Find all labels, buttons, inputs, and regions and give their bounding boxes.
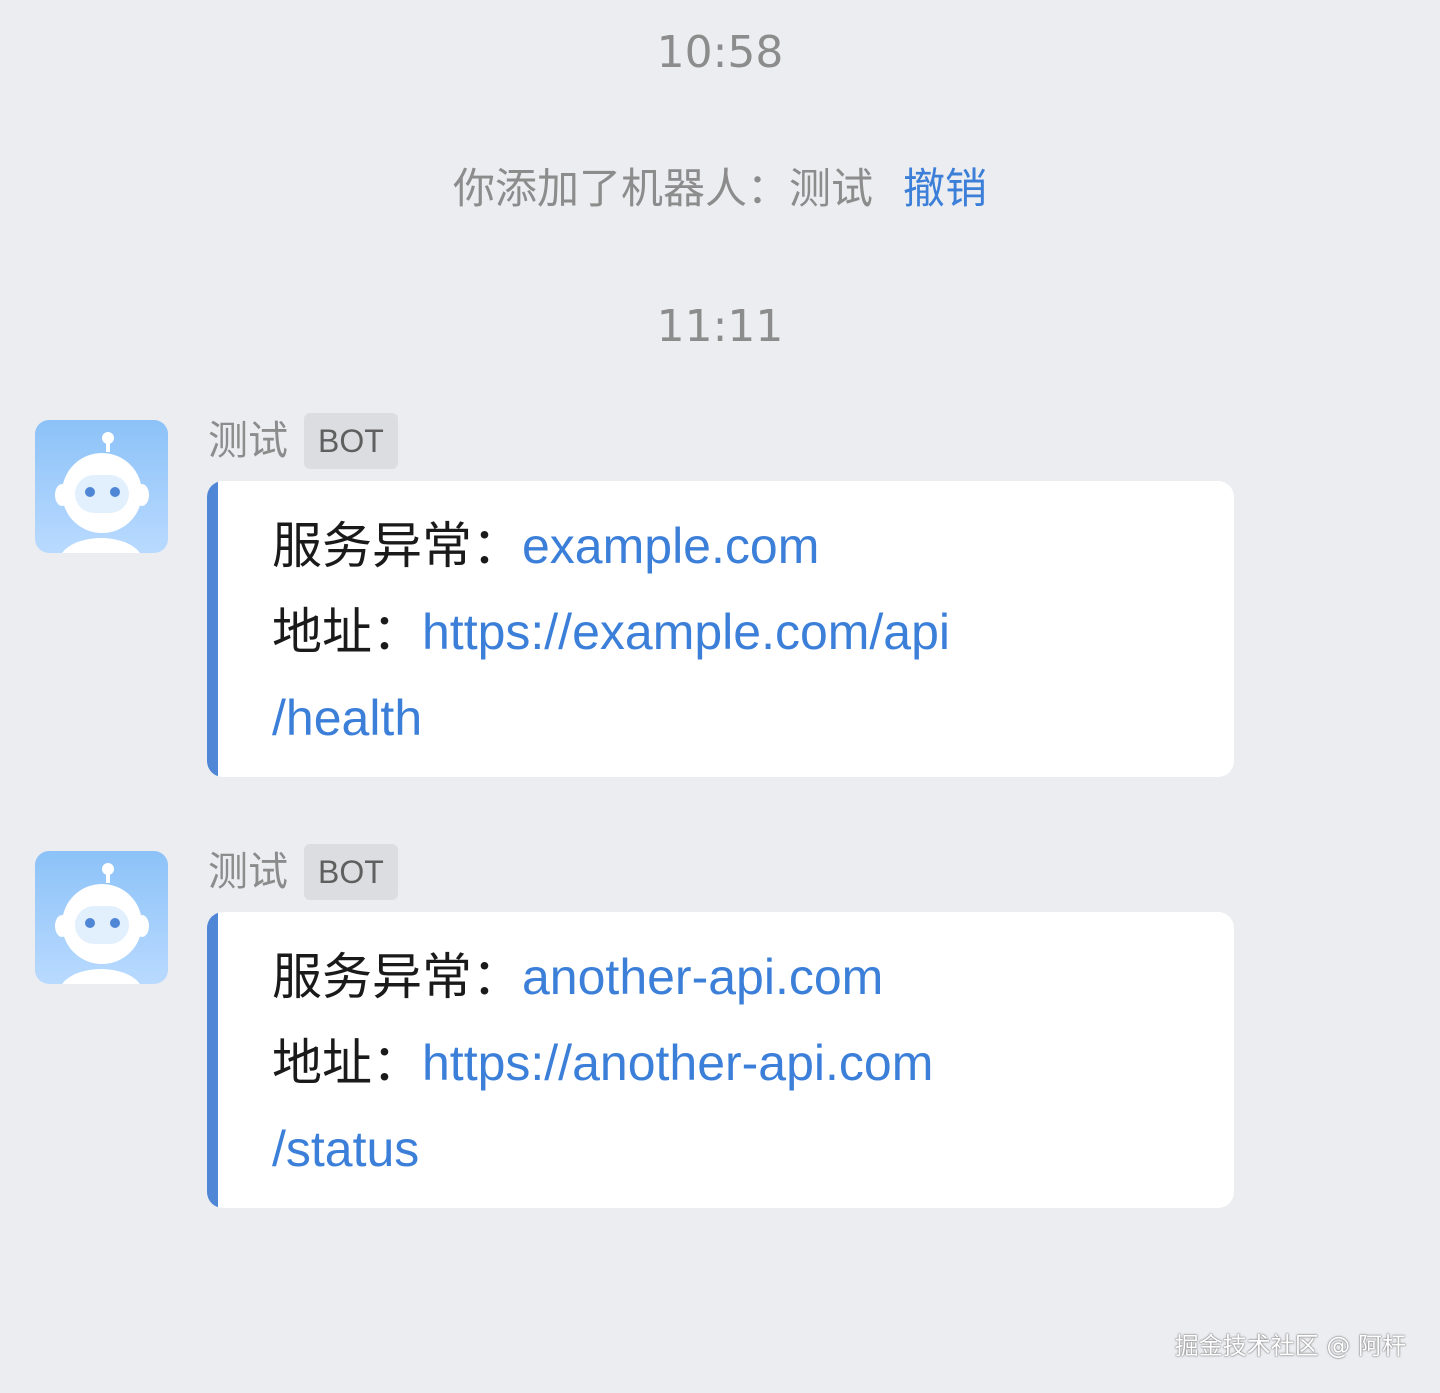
card-accent-bar <box>207 481 218 777</box>
card-line-address-cont: /status <box>272 1106 1214 1192</box>
service-label: 服务异常： <box>272 948 522 1006</box>
bot-avatar[interactable] <box>35 420 168 553</box>
sender-header: 测试 BOT <box>208 844 398 900</box>
address-link-cont[interactable]: /health <box>272 690 422 746</box>
sender-header: 测试 BOT <box>208 413 398 469</box>
message-card: 服务异常：another-api.com 地址：https://another-… <box>207 912 1234 1208</box>
card-content: 服务异常：another-api.com 地址：https://another-… <box>272 934 1214 1192</box>
system-notice-text: 你添加了机器人：测试 <box>452 164 873 213</box>
address-link[interactable]: https://another-api.com <box>422 1035 933 1091</box>
service-label: 服务异常： <box>272 517 522 575</box>
card-line-address-cont: /health <box>272 675 1214 761</box>
robot-avatar-icon <box>55 432 149 553</box>
message-card: 服务异常：example.com 地址：https://example.com/… <box>207 481 1234 777</box>
sender-name[interactable]: 测试 <box>208 852 288 892</box>
robot-avatar-icon <box>55 863 149 984</box>
card-line-address: 地址：https://another-api.com <box>272 1020 1214 1106</box>
timestamp-second: 11:11 <box>656 301 784 352</box>
timestamp-first: 10:58 <box>656 27 784 78</box>
system-notice: 你添加了机器人：测试 撤销 <box>0 162 1440 216</box>
bot-avatar[interactable] <box>35 851 168 984</box>
address-link-cont[interactable]: /status <box>272 1121 419 1177</box>
undo-link[interactable]: 撤销 <box>903 164 987 213</box>
bot-badge: BOT <box>304 413 398 469</box>
service-link[interactable]: example.com <box>522 518 819 574</box>
card-line-address: 地址：https://example.com/api <box>272 589 1214 675</box>
card-accent-bar <box>207 912 218 1208</box>
service-link[interactable]: another-api.com <box>522 949 883 1005</box>
card-line-service: 服务异常：example.com <box>272 503 1214 589</box>
sender-name[interactable]: 测试 <box>208 421 288 461</box>
watermark: 掘金技术社区 @ 阿杆 <box>1174 1332 1406 1360</box>
bot-badge: BOT <box>304 844 398 900</box>
card-line-service: 服务异常：another-api.com <box>272 934 1214 1020</box>
address-link[interactable]: https://example.com/api <box>422 604 950 660</box>
address-label: 地址： <box>272 1034 422 1092</box>
address-label: 地址： <box>272 603 422 661</box>
card-content: 服务异常：example.com 地址：https://example.com/… <box>272 503 1214 761</box>
